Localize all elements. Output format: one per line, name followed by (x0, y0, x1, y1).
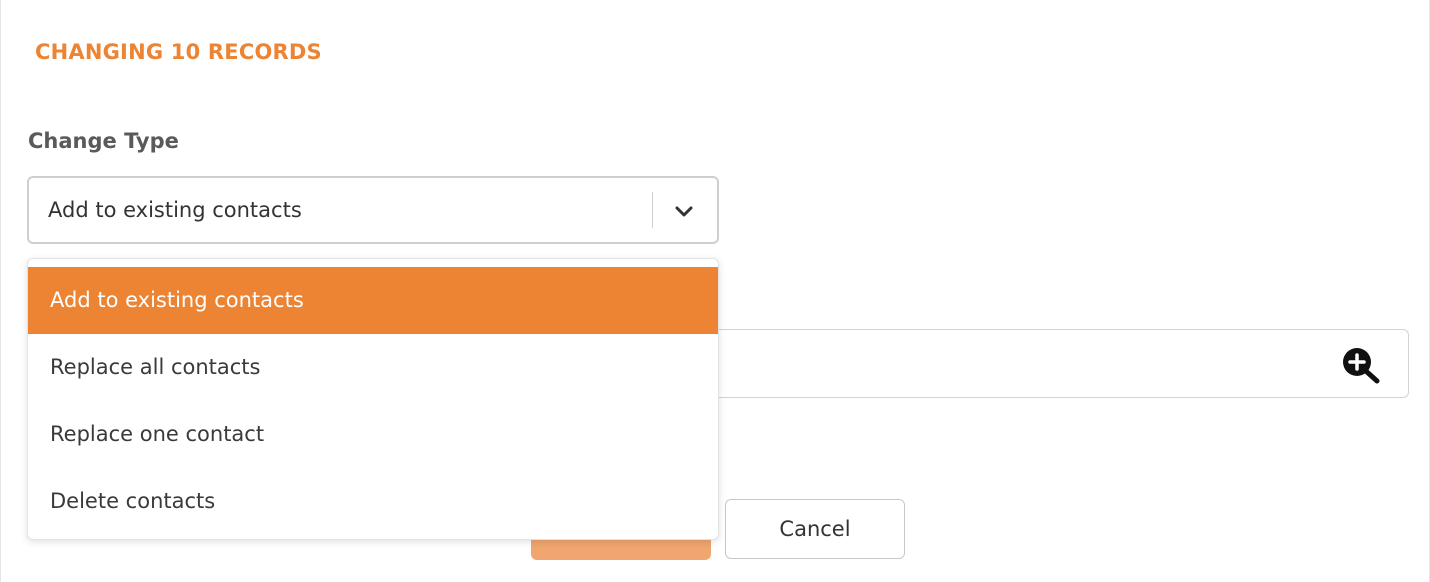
option-replace-all-contacts[interactable]: Replace all contacts (28, 334, 718, 401)
change-records-dialog: CHANGING 10 RECORDS Change Type Add to e… (0, 0, 1430, 582)
change-type-selected-value: Add to existing contacts (48, 198, 302, 222)
contact-lookup-field[interactable] (717, 329, 1409, 398)
cancel-button[interactable]: Cancel (725, 499, 905, 559)
zoom-in-icon[interactable] (1341, 346, 1381, 384)
change-type-dropdown-menu: Add to existing contacts Replace all con… (27, 258, 719, 540)
select-divider (652, 192, 653, 228)
dialog-title: CHANGING 10 RECORDS (35, 40, 322, 64)
option-add-to-existing-contacts[interactable]: Add to existing contacts (28, 267, 718, 334)
change-type-select[interactable]: Add to existing contacts (27, 176, 719, 244)
change-type-options: Add to existing contacts Replace all con… (28, 267, 718, 535)
option-delete-contacts[interactable]: Delete contacts (28, 468, 718, 535)
option-replace-one-contact[interactable]: Replace one contact (28, 401, 718, 468)
chevron-down-icon[interactable] (670, 198, 698, 226)
change-type-label: Change Type (28, 129, 179, 153)
